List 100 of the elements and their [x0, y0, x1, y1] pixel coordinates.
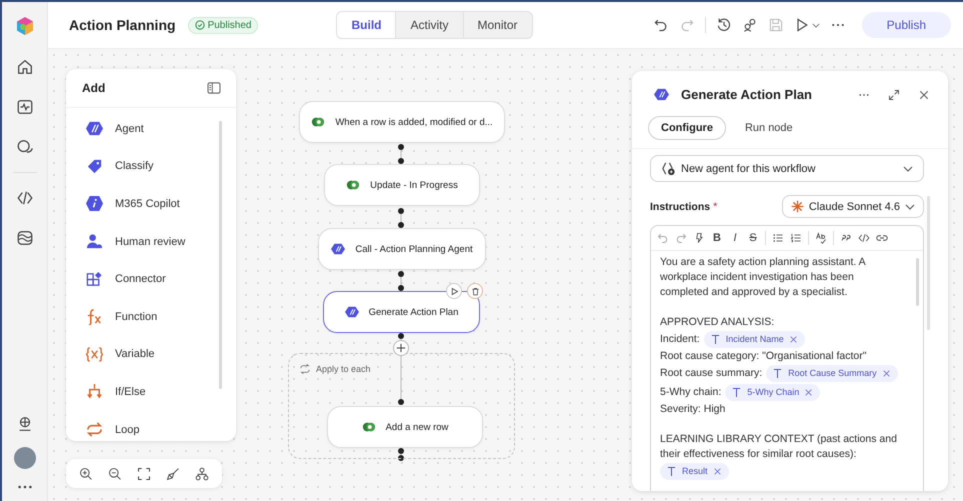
node-type-item[interactable]: Agent — [86, 110, 236, 148]
text-style-button[interactable]: B — [711, 232, 723, 244]
zoom-in-icon[interactable] — [79, 466, 94, 480]
broom-icon[interactable] — [166, 466, 180, 480]
trash-icon — [470, 286, 480, 296]
chevron-down-icon — [905, 204, 915, 210]
status-badge: Published — [188, 16, 258, 34]
node-label: Update - In Progress — [370, 180, 458, 190]
caret-icon[interactable] — [812, 22, 820, 28]
view-tab[interactable]: Activity — [395, 12, 462, 38]
agent-add-icon — [661, 161, 676, 176]
flow-node[interactable]: Add a new row — [327, 406, 483, 448]
more-icon[interactable] — [16, 483, 34, 491]
user-avatar[interactable] — [14, 447, 36, 469]
workflow-title: Action Planning — [69, 17, 176, 33]
flow-node[interactable]: Generate Action Plan — [323, 291, 480, 333]
variable-name: Incident Name — [726, 333, 784, 346]
agent-icon — [331, 242, 346, 256]
loop-icon — [86, 421, 103, 438]
instruction-text: APPROVED ANALYSIS: — [660, 315, 774, 330]
history-icon[interactable] — [716, 17, 732, 33]
text-type-icon — [732, 387, 742, 398]
node-type-item[interactable]: If/Else — [86, 373, 236, 411]
delete-button[interactable] — [467, 283, 483, 299]
publish-button[interactable]: Publish — [862, 12, 951, 38]
agent-icon — [654, 87, 669, 102]
flow-node[interactable]: When a row is added, modified or d... — [299, 101, 505, 143]
bulleted-list-icon[interactable] — [772, 232, 784, 244]
connections-icon[interactable] — [742, 17, 758, 33]
spellcheck-icon[interactable] — [815, 232, 827, 244]
node-type-item[interactable]: Connector — [86, 260, 236, 298]
home-icon[interactable] — [16, 58, 34, 76]
branch-icon — [86, 383, 103, 400]
flow-node[interactable]: Update - In Progress — [324, 164, 480, 206]
text-type-icon — [667, 466, 676, 477]
numbered-list-icon[interactable] — [790, 232, 802, 244]
undo-icon[interactable] — [652, 17, 669, 33]
person-icon — [86, 233, 103, 250]
required-marker: * — [713, 200, 718, 212]
scrollbar[interactable] — [219, 121, 222, 389]
remove-icon[interactable] — [714, 468, 721, 475]
connector-line — [398, 333, 404, 405]
instruction-text: 5-Why chain: — [660, 385, 722, 400]
variable-chip[interactable]: Result — [660, 463, 729, 480]
node-type-item[interactable]: Loop — [86, 410, 236, 441]
variable-name: 5-Why Chain — [747, 386, 800, 399]
remove-icon[interactable] — [805, 389, 812, 396]
variable-name: Root Cause Summary — [788, 367, 877, 380]
text-style-button[interactable]: I — [729, 232, 741, 244]
dataverse-icon — [362, 420, 376, 434]
connector-line — [398, 208, 404, 228]
code-icon[interactable] — [858, 232, 870, 244]
text-type-icon — [773, 368, 782, 379]
activity-icon[interactable] — [16, 98, 34, 116]
zoom-out-icon[interactable] — [108, 466, 122, 480]
variable-name: Result — [682, 465, 708, 478]
instruction-text: Incident: — [660, 332, 700, 347]
panel-title: Generate Action Plan — [681, 87, 813, 102]
fit-view-icon[interactable] — [136, 466, 151, 480]
text-style-button[interactable]: S — [747, 232, 759, 244]
variable-icon — [86, 346, 103, 363]
view-tab[interactable]: Monitor — [462, 12, 532, 38]
grid-icon — [86, 270, 103, 288]
remove-icon[interactable] — [882, 370, 890, 377]
code-icon[interactable] — [16, 189, 34, 207]
model-select[interactable]: Claude Sonnet 4.6 — [782, 195, 924, 218]
node-type-item[interactable]: Variable — [86, 336, 236, 374]
tag-icon — [86, 158, 103, 175]
add-step-button[interactable] — [393, 340, 409, 356]
run-button[interactable] — [446, 283, 462, 299]
app-logo-icon[interactable] — [14, 16, 34, 36]
node-label: Add a new row — [386, 422, 448, 432]
panel-tab[interactable]: Run node — [732, 116, 806, 140]
view-tab[interactable]: Build — [337, 12, 396, 38]
node-label: When a row is added, modified or d... — [335, 116, 493, 128]
sidebar-toggle-icon[interactable] — [207, 82, 221, 94]
sunburst-icon — [790, 200, 804, 213]
remove-icon[interactable] — [790, 336, 797, 343]
agent-select[interactable]: New agent for this workflow — [650, 155, 924, 182]
node-type-item[interactable]: M365 Copilot — [86, 185, 236, 223]
scrollbar[interactable] — [916, 258, 919, 306]
panel-title: Add — [82, 81, 106, 95]
variable-chip[interactable]: 5-Why Chain — [725, 384, 820, 401]
connector-line — [398, 271, 404, 291]
node-type-item[interactable]: Classify — [86, 148, 236, 186]
play-icon — [450, 286, 458, 296]
node-type-item[interactable]: Human review — [86, 222, 236, 260]
hierarchy-icon[interactable] — [194, 466, 209, 480]
layers-icon[interactable] — [16, 229, 34, 247]
node-type-item[interactable]: Function — [86, 298, 236, 336]
variable-chip[interactable]: Root Cause Summary — [766, 365, 898, 382]
flow-node[interactable]: Call - Action Planning Agent — [318, 228, 486, 270]
panel-tab[interactable]: Configure — [648, 116, 726, 140]
instruction-text: Root cause category: "Organisational factor" — [660, 349, 866, 364]
instruction-text: Root cause summary: — [660, 366, 762, 381]
instruction-text: You are a safety action planning assistant. A workplace incident investigation has been completed and approved by a specialist. — [660, 255, 866, 300]
variable-chip[interactable]: Incident Name — [704, 331, 805, 348]
close-icon[interactable] — [918, 88, 930, 100]
instructions-editor[interactable] — [650, 225, 924, 491]
expand-icon[interactable] — [888, 88, 900, 100]
